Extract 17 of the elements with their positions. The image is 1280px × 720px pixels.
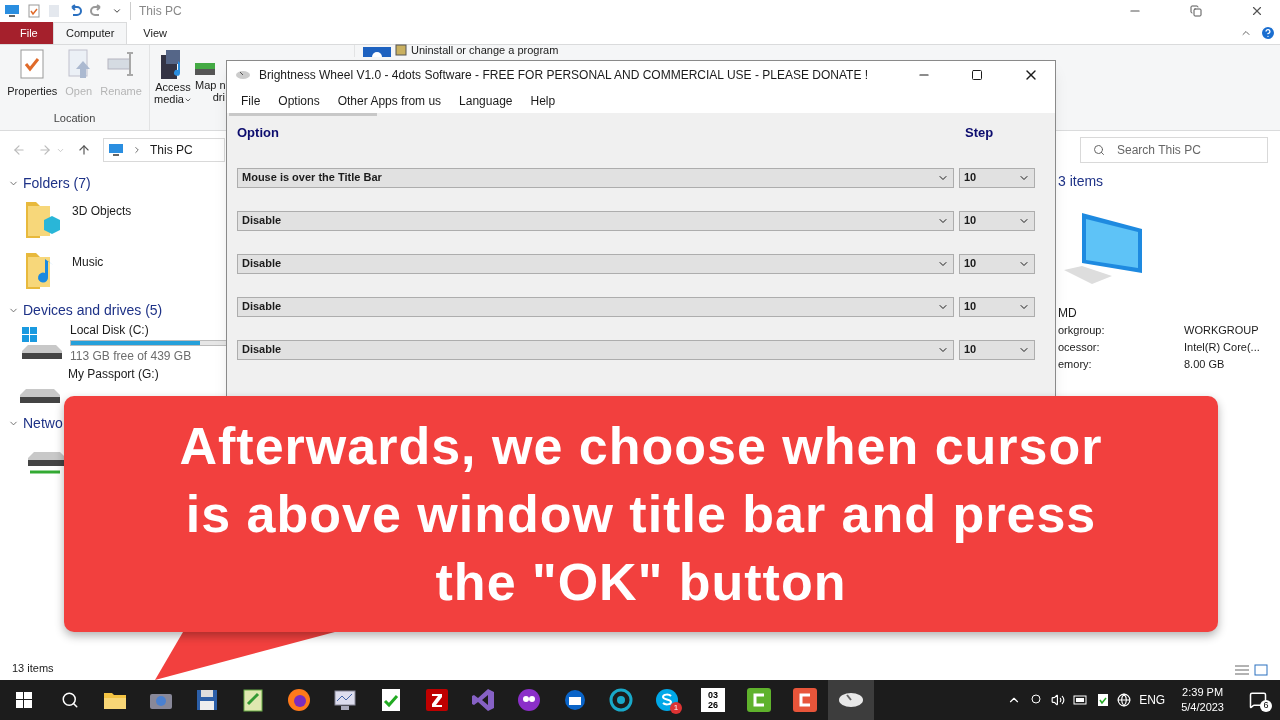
column-header: Step xyxy=(965,124,994,142)
computer-name: MD xyxy=(1058,305,1078,322)
property-value: 8.00 GB xyxy=(1184,357,1225,372)
column-header: Option xyxy=(237,124,280,142)
property-label: emory: xyxy=(1058,357,1093,372)
window-title: Brightness Wheel V1.0 - 4dots Software - FREE FOR PERSONAL AND COMMERCIAL USE - PLEASE DONATE ! xyxy=(259,67,869,84)
notification-badge: 1 xyxy=(670,702,682,714)
property-value: WORKGROUP xyxy=(1184,323,1259,338)
status-text: 13 items xyxy=(12,660,55,676)
caption-text: Afterwards, we choose when cursor is above window title bar and press the "OK" button xyxy=(179,416,1103,613)
property-value: Intel(R) Core(... xyxy=(1184,340,1260,355)
item-count: 3 items xyxy=(1058,172,1105,191)
calendar-icon: 03 26 xyxy=(701,688,725,712)
property-label: orkgroup: xyxy=(1058,323,1106,338)
group-label: Location xyxy=(53,110,96,126)
property-label: ocessor: xyxy=(1058,340,1101,355)
window-title: This PC xyxy=(130,2,182,20)
